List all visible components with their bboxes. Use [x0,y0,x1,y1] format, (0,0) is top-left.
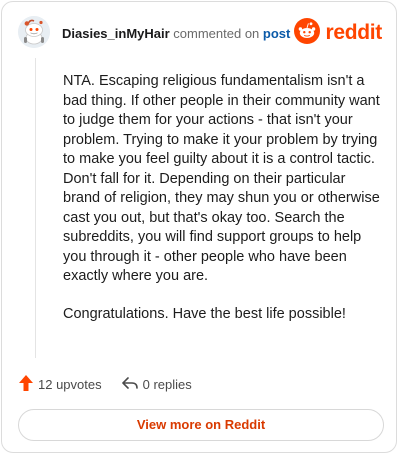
thread-line [35,58,36,358]
comment-body: NTA. Escaping religious fundamentalism i… [63,72,381,342]
reply-button[interactable]: 0 replies [121,375,192,394]
reply-count: 0 replies [142,376,192,392]
reply-arrow-icon [121,375,139,394]
snoo-avatar-icon[interactable] [18,16,50,48]
reddit-wordmark: reddit [325,21,382,44]
comment-byline: Diasies_inMyHair commented on post [62,26,290,42]
comment-paragraph: NTA. Escaping religious fundamentalism i… [63,73,380,284]
upvote-arrow-icon [18,374,34,395]
view-more-on-reddit-button[interactable]: View more on Reddit [18,409,384,441]
comment-paragraph: Congratulations. Have the best life poss… [63,305,346,322]
post-link[interactable]: post [263,26,290,41]
reddit-brand[interactable]: reddit [294,17,382,49]
upvote-button[interactable]: 12 upvotes [18,374,102,395]
username-link[interactable]: Diasies_inMyHair [62,26,170,41]
comment-embed-card: Diasies_inMyHair commented on post reddi [1,1,397,453]
byline-action-text: commented on [173,26,260,41]
comment-header: Diasies_inMyHair commented on post reddi [18,16,382,52]
reddit-logo-icon [294,17,321,49]
comment-actions: 12 upvotes 0 replies [18,372,192,396]
upvote-count: 12 upvotes [38,376,102,392]
